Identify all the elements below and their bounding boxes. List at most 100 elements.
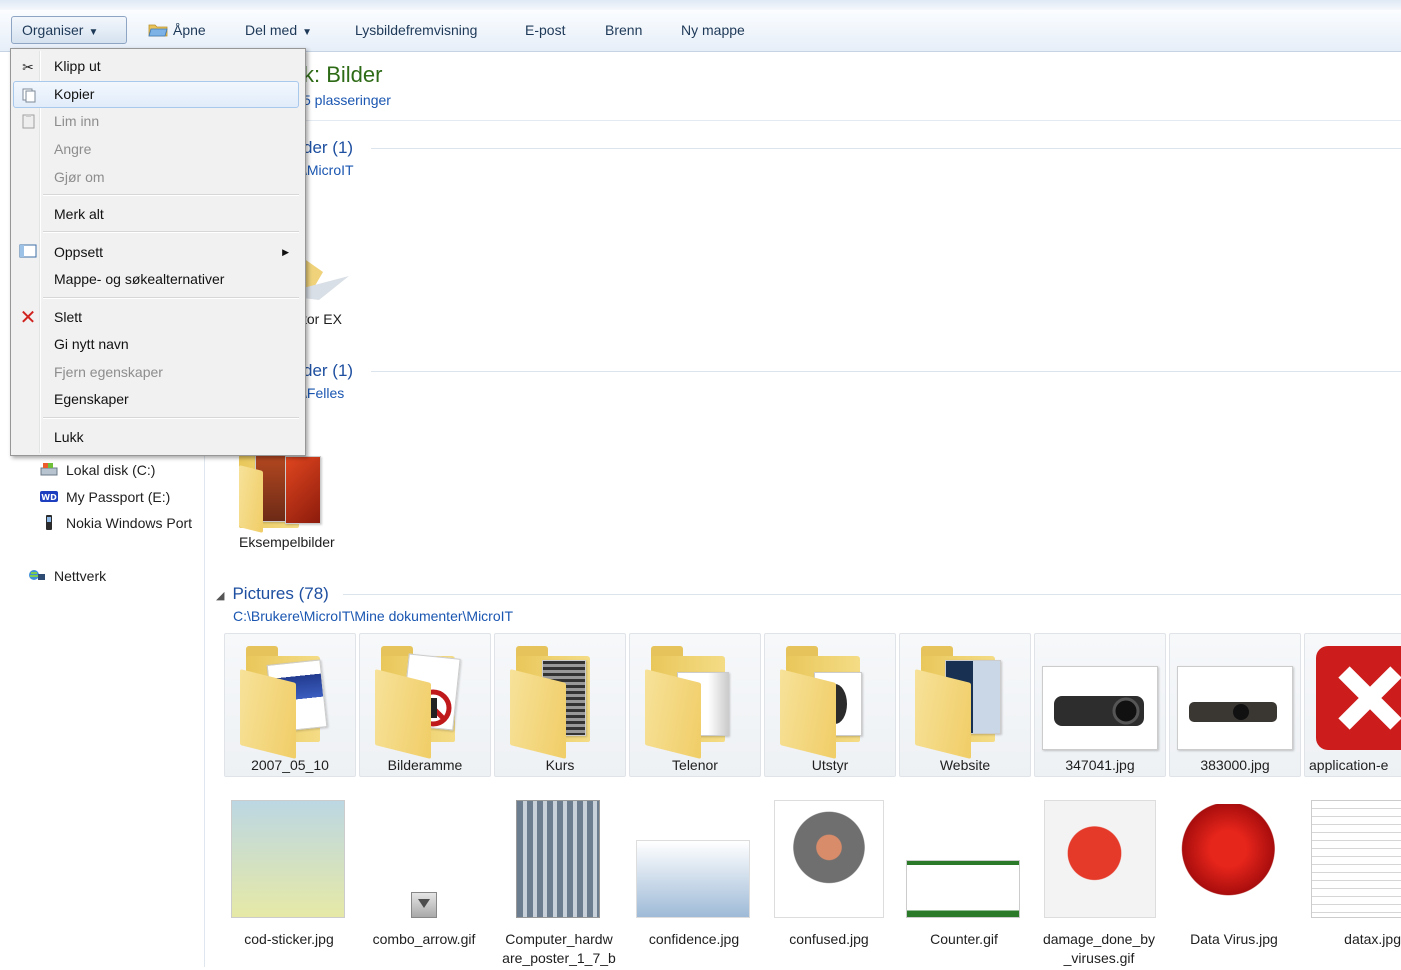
scissors-icon: ✂ (22, 59, 34, 75)
menu-item-label: Gjør om (54, 169, 105, 185)
command-bar: Organiser ▼ Åpne Del med ▼ Lysbildefremvis… (0, 10, 1401, 52)
menu-item-close[interactable]: Lukk (13, 424, 301, 451)
menu-item-label: Angre (54, 141, 92, 157)
tile-label: Kurs (545, 757, 575, 773)
menu-item-properties[interactable]: Egenskaper (13, 386, 301, 413)
folder-tile[interactable]: Telenor (629, 633, 761, 777)
menu-item-label: Merk alt (54, 206, 104, 222)
folder-tile[interactable]: Kurs (494, 633, 626, 777)
tile-label: Computer_hardware_poster_1_7_by_Sonic840… (502, 931, 616, 966)
menu-item-rename[interactable]: Gi nytt navn (13, 331, 301, 358)
nav-drive-e-label: My Passport (E:) (66, 489, 171, 505)
section-2-path[interactable]: \Felles (303, 385, 344, 401)
image-tile[interactable]: datax.jpg (1304, 800, 1401, 970)
nav-network[interactable]: Nettverk (28, 568, 106, 584)
tile-label: 383000.jpg (1200, 757, 1270, 773)
image-tile[interactable]: 347041.jpg (1034, 633, 1166, 777)
menu-item-select-all[interactable]: Merk alt (13, 201, 301, 228)
library-locations-link[interactable]: 5 plasseringer (303, 92, 391, 108)
menu-item-label: Egenskaper (54, 391, 129, 407)
content-pane: k: Bilder 5 plasseringer der (1) \MicroI… (205, 52, 1401, 967)
folder-tile[interactable]: Bilderamme (359, 633, 491, 777)
nav-nokia[interactable]: Nokia Windows Port (40, 515, 192, 531)
phone-icon (46, 515, 52, 530)
tile-label: Counter.gif (930, 931, 998, 947)
folder-tile[interactable]: 2007_05_10 (224, 633, 356, 777)
combo-arrow-icon (411, 892, 437, 918)
share-button[interactable]: Del med ▼ (235, 16, 322, 44)
menu-item-undo[interactable]: Angre (13, 136, 301, 163)
organize-button[interactable]: Organiser ▼ (11, 16, 127, 44)
tile-label: Bilderamme (387, 757, 463, 773)
image-tile[interactable]: Computer_hardware_poster_1_7_by_Sonic840… (494, 800, 624, 970)
menu-separator (43, 194, 299, 196)
slideshow-button[interactable]: Lysbildefremvisning (345, 16, 487, 44)
image-tile[interactable]: 383000.jpg (1169, 633, 1301, 777)
menu-item-redo[interactable]: Gjør om (13, 164, 301, 191)
image-tile[interactable]: confused.jpg (764, 800, 894, 970)
folder-icon (240, 642, 340, 759)
open-label: Åpne (173, 22, 206, 38)
folder-icon (375, 642, 475, 759)
image-thumbnail (1044, 800, 1156, 918)
folder-tile[interactable]: Website (899, 633, 1031, 777)
image-tile[interactable]: cod-sticker.jpg (224, 800, 354, 970)
pictures-section-title[interactable]: ◢ Pictures (78) (216, 584, 329, 604)
organize-menu: ✂ Klipp ut Kopier Lim inn Angre Gjør om … (10, 48, 306, 456)
email-button[interactable]: E-post (515, 16, 575, 44)
eksempelbilder-folder[interactable] (235, 450, 335, 534)
folder-tile[interactable]: Utstyr (764, 633, 896, 777)
menu-item-delete[interactable]: ✕ Slett (13, 304, 301, 331)
tile-label: datax.jpg (1344, 931, 1401, 947)
copy-icon (20, 87, 38, 105)
library-title: k: Bilder (303, 62, 383, 87)
menu-item-layout[interactable]: Oppsett ▶ (13, 239, 301, 266)
menu-item-remove-properties[interactable]: Fjern egenskaper (13, 359, 301, 386)
image-tile[interactable]: Data Virus.jpg (1169, 800, 1299, 970)
layout-icon (19, 244, 37, 262)
section-1-rule (371, 148, 1401, 149)
submenu-arrow-icon: ▶ (282, 247, 289, 257)
image-tile[interactable]: confidence.jpg (629, 800, 759, 970)
svg-text:WD: WD (41, 493, 57, 502)
menu-separator (43, 417, 299, 419)
section-1-path[interactable]: \MicroIT (303, 162, 354, 178)
menu-item-cut[interactable]: ✂ Klipp ut (13, 53, 301, 80)
burn-button[interactable]: Brenn (595, 16, 652, 44)
section-2-rule (371, 371, 1401, 372)
folder-icon (780, 642, 880, 759)
menu-item-folder-options[interactable]: Mappe- og søkealternativer (13, 266, 301, 293)
menu-item-copy[interactable]: Kopier (13, 81, 299, 108)
tile-label: damage_done_by _viruses.gif (1042, 931, 1156, 966)
image-thumbnail (231, 800, 345, 918)
menu-item-label: Slett (54, 309, 83, 325)
new-folder-button[interactable]: Ny mappe (671, 16, 755, 44)
image-tile[interactable]: application-eng (1304, 633, 1401, 777)
image-thumbnail (1042, 642, 1158, 750)
image-tile[interactable]: damage_done_by _viruses.gif (1034, 800, 1164, 970)
menu-item-paste[interactable]: Lim inn (13, 108, 301, 135)
nav-drive-e[interactable]: WD My Passport (E:) (40, 489, 170, 505)
section-1-item-label[interactable]: tor EX (303, 311, 342, 327)
image-tile[interactable]: combo_arrow.gif (359, 800, 489, 970)
wd-drive-icon: WD (40, 491, 58, 502)
collapse-triangle-icon[interactable]: ◢ (216, 590, 224, 602)
folder-front (239, 465, 263, 533)
nav-drive-c[interactable]: Lokal disk (C:) (40, 462, 155, 478)
folder-icon (510, 642, 610, 759)
image-tile[interactable]: Counter.gif (899, 800, 1029, 970)
share-label: Del med (245, 22, 298, 38)
section-1-title[interactable]: der (1) (303, 138, 353, 158)
open-button[interactable]: Åpne (138, 16, 216, 44)
pictures-path[interactable]: C:\Brukere\MicroIT\Mine dokumenter\Micro… (233, 608, 513, 624)
section-2-title[interactable]: der (1) (303, 361, 353, 381)
eksempelbilder-label[interactable]: Eksempelbilder (239, 534, 335, 550)
nav-network-label: Nettverk (54, 568, 107, 584)
menu-item-label: Gi nytt navn (54, 336, 129, 352)
tile-label: 2007_05_10 (251, 757, 329, 773)
paste-icon (19, 113, 37, 131)
image-thumbnail (906, 860, 1020, 918)
error-x-icon (1316, 642, 1401, 750)
image-thumbnail (1311, 800, 1401, 918)
open-folder-icon (148, 24, 168, 37)
